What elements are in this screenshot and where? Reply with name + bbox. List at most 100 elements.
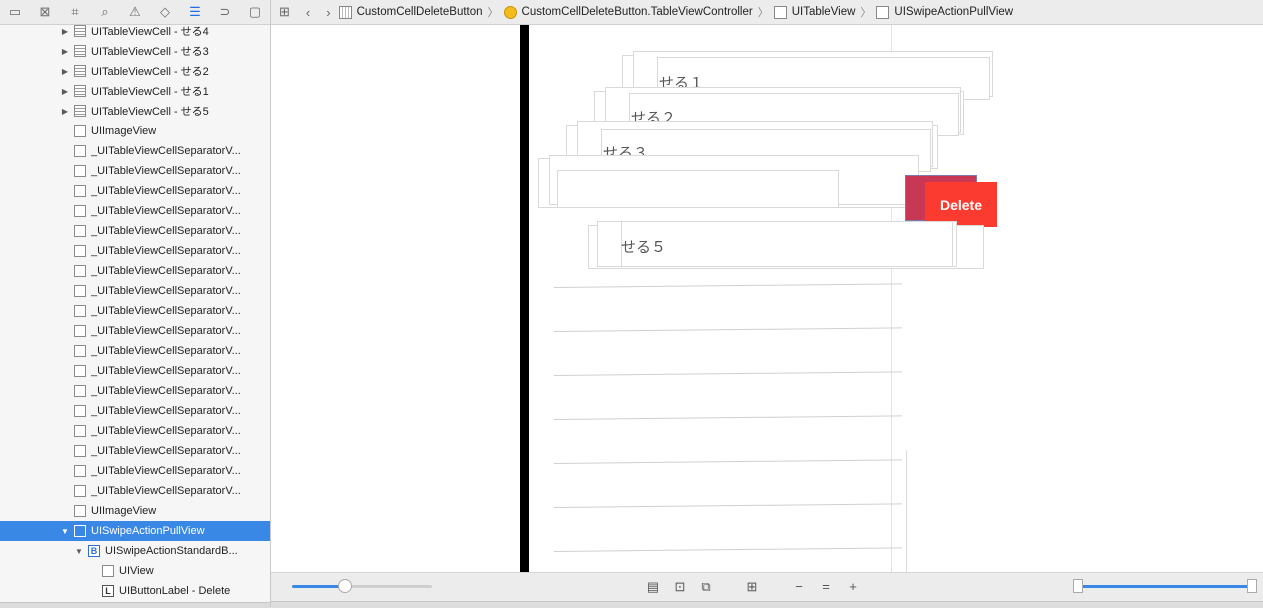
breadcrumb-label: UITableView: [791, 6, 856, 18]
view-hierarchy-outline[interactable]: ▶ UITableViewCell - せる4 ▶ UITableViewCell -…: [0, 22, 270, 602]
disclosure-down-icon[interactable]: ▼: [74, 547, 84, 556]
disclosure-right-icon[interactable]: ▶: [60, 67, 70, 76]
outline-row[interactable]: _UITableViewCellSeparatorV...: [0, 441, 270, 461]
disclosure-right-icon[interactable]: ▶: [60, 107, 70, 116]
report-icon[interactable]: ▢: [240, 0, 270, 24]
outline-row-label: UITableViewCell - せる5: [91, 106, 209, 118]
view-icon: [74, 285, 86, 297]
jump-bar: ⊞ ‹ › CustomCellDeleteButton 〉 CustomCellD…: [271, 0, 1263, 25]
outline-row[interactable]: _UITableViewCellSeparatorV...: [0, 281, 270, 301]
cell-content-frame[interactable]: [621, 221, 953, 267]
outline-row-label: _UITableViewCellSeparatorV...: [91, 305, 241, 317]
breadcrumb-separator: 〉: [487, 7, 499, 19]
outline-row[interactable]: ▶ UITableViewCell - せる3: [0, 41, 270, 61]
outline-row[interactable]: _UITableViewCellSeparatorV...: [0, 401, 270, 421]
outline-row-label: _UITableViewCellSeparatorV...: [91, 365, 241, 377]
separator-line: [553, 459, 902, 464]
disclosure-down-icon[interactable]: ▼: [60, 527, 70, 536]
table-cell-icon: [74, 65, 86, 77]
grid-icon[interactable]: ⊞: [744, 579, 760, 595]
disclosure-right-icon[interactable]: ▶: [60, 27, 70, 36]
forward-chevron-icon[interactable]: ›: [326, 5, 330, 20]
outline-row[interactable]: ▶ UITableViewCell - せる5: [0, 101, 270, 121]
outline-row[interactable]: _UITableViewCellSeparatorV...: [0, 361, 270, 381]
outline-row[interactable]: _UITableViewCellSeparatorV...: [0, 181, 270, 201]
outline-row[interactable]: _UITableViewCellSeparatorV...: [0, 221, 270, 241]
outline-row[interactable]: _UITableViewCellSeparatorV...: [0, 381, 270, 401]
view-debugger-canvas[interactable]: せる１ せる２ せる３ Delete せる５: [271, 25, 1263, 572]
outline-row[interactable]: ▶ UITableViewCell - せる4: [0, 22, 270, 41]
label-icon: L: [102, 585, 114, 597]
disclosure-right-icon[interactable]: ▶: [60, 47, 70, 56]
image-view-icon: [74, 125, 86, 137]
outline-row[interactable]: _UITableViewCellSeparatorV...: [0, 161, 270, 181]
outline-row[interactable]: _UITableViewCellSeparatorV...: [0, 301, 270, 321]
breakpoint-icon[interactable]: ⊃: [210, 0, 240, 24]
breadcrumb-item[interactable]: UISwipeActionPullView: [876, 5, 1013, 19]
range-slider-right-handle[interactable]: [1247, 579, 1257, 593]
outline-row[interactable]: _UITableViewCellSeparatorV...: [0, 241, 270, 261]
search-icon[interactable]: ⌕: [90, 0, 120, 24]
debug-control-bar: ▤ ⊡ ⧉ ⊞ − = +: [271, 572, 1263, 602]
debug-icon[interactable]: ☰: [180, 0, 210, 24]
outline-row[interactable]: ▶ UITableViewCell - せる1: [0, 81, 270, 101]
outline-row[interactable]: _UITableViewCellSeparatorV...: [0, 421, 270, 441]
outline-row[interactable]: ▶ UITableViewCell - せる2: [0, 61, 270, 81]
outline-row-label: _UITableViewCellSeparatorV...: [91, 245, 241, 257]
outline-row[interactable]: _UITableViewCellSeparatorV...: [0, 261, 270, 281]
test-icon[interactable]: ◇: [150, 0, 180, 24]
navigator-filter-bar: [0, 602, 270, 608]
range-slider-left-handle[interactable]: [1073, 579, 1083, 593]
source-control-icon[interactable]: ⊠: [30, 0, 60, 24]
zoom-slider[interactable]: [292, 579, 432, 593]
warning-icon[interactable]: ⚠: [120, 0, 150, 24]
spacing-plus-icon[interactable]: +: [845, 579, 861, 595]
wireframe-icon[interactable]: ⧉: [698, 579, 714, 595]
back-chevron-icon[interactable]: ‹: [306, 5, 310, 20]
outline-row-label: UISwipeActionPullView: [91, 525, 205, 537]
breadcrumb-item[interactable]: UITableView: [773, 5, 856, 19]
view-icon: [74, 405, 86, 417]
outline-row[interactable]: _UITableViewCellSeparatorV...: [0, 461, 270, 481]
separator-line: [553, 283, 902, 288]
outline-row[interactable]: _UITableViewCellSeparatorV...: [0, 341, 270, 361]
frames-icon[interactable]: ▤: [645, 579, 661, 595]
outline-row[interactable]: _UITableViewCellSeparatorV...: [0, 201, 270, 221]
outline-row[interactable]: L UIButtonLabel - Delete: [0, 581, 270, 601]
breadcrumb-item[interactable]: CustomCellDeleteButton: [338, 5, 483, 19]
clip-icon[interactable]: ⊡: [672, 579, 688, 595]
outline-row[interactable]: UIImageView: [0, 121, 270, 141]
view-icon: [74, 525, 86, 537]
outline-row[interactable]: UIImageView: [0, 501, 270, 521]
table-cell-icon: [74, 25, 86, 37]
zoom-slider-knob[interactable]: [338, 579, 353, 593]
outline-row-label: UITableViewCell - せる3: [91, 46, 209, 58]
outline-row-label: _UITableViewCellSeparatorV...: [91, 145, 241, 157]
spacing-minus-icon[interactable]: −: [791, 579, 807, 595]
disclosure-right-icon[interactable]: ▶: [60, 87, 70, 96]
view-icon: [74, 485, 86, 497]
view-icon: [74, 245, 86, 257]
spacing-equal-icon[interactable]: =: [818, 579, 834, 595]
view-icon: [74, 165, 86, 177]
outline-row[interactable]: ▼ UISwipeActionPullView: [0, 521, 270, 541]
outline-row[interactable]: UIView: [0, 561, 270, 581]
breadcrumb-label: CustomCellDeleteButton: [356, 6, 483, 18]
outline-row-label: _UITableViewCellSeparatorV...: [91, 425, 241, 437]
outline-row[interactable]: _UITableViewCellSeparatorV...: [0, 321, 270, 341]
related-items-icon[interactable]: ⊞: [279, 4, 290, 20]
view-icon: [74, 205, 86, 217]
view-icon: [74, 325, 86, 337]
cell-label: せる５: [621, 239, 667, 256]
range-slider[interactable]: [1073, 579, 1257, 593]
hierarchy-icon[interactable]: ⌗: [60, 0, 90, 24]
view-icon: [102, 565, 114, 577]
outline-row[interactable]: _UITableViewCellSeparatorV...: [0, 481, 270, 501]
cell-content-frame[interactable]: [557, 170, 839, 208]
folder-icon[interactable]: ▭: [0, 0, 30, 24]
outline-row[interactable]: _UITableViewCellSeparatorV...: [0, 141, 270, 161]
outline-row-label: _UITableViewCellSeparatorV...: [91, 385, 241, 397]
outline-row-label: _UITableViewCellSeparatorV...: [91, 325, 241, 337]
breadcrumb-item[interactable]: CustomCellDeleteButton.TableViewControll…: [503, 5, 753, 19]
outline-row[interactable]: ▼ B UISwipeActionStandardB...: [0, 541, 270, 561]
